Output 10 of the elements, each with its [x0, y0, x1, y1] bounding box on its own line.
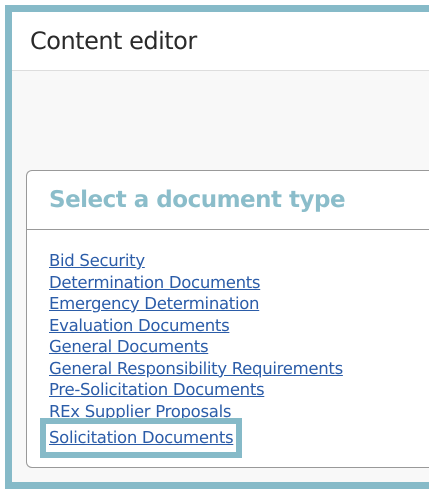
- document-type-link[interactable]: General Responsibility Requirements: [49, 358, 343, 379]
- document-type-link[interactable]: General Documents: [49, 336, 208, 358]
- document-type-link[interactable]: Evaluation Documents: [49, 314, 230, 336]
- document-type-link[interactable]: REx Supplier Proposals: [49, 400, 232, 422]
- document-type-link[interactable]: Pre-Solicitation Documents: [49, 379, 264, 400]
- panel-title: Select a document type: [49, 186, 346, 215]
- document-type-link[interactable]: Determination Documents: [49, 272, 260, 293]
- document-type-link[interactable]: Bid Security: [49, 250, 145, 272]
- window-title: Content editor: [30, 26, 197, 57]
- document-type-link[interactable]: Emergency Determination: [49, 293, 260, 314]
